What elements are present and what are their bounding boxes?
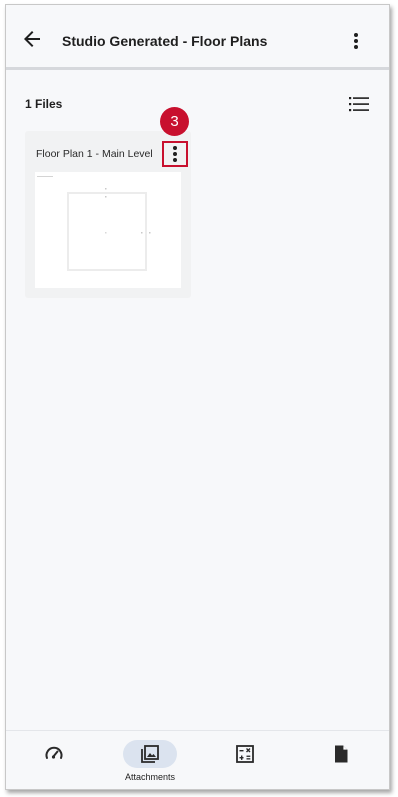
file-card[interactable]: Floor Plan 1 - Main Level [25,131,191,298]
arrow-back-icon [24,31,40,47]
back-button[interactable] [20,27,44,51]
file-count-label: 1 Files [25,97,63,111]
list-view-icon [349,97,369,112]
document-icon [335,745,348,763]
list-view-button[interactable] [348,93,370,115]
bottom-navigation: Attachments [6,730,389,789]
nav-item-documents[interactable] [306,731,376,789]
step-badge: 3 [160,107,189,136]
active-indicator [123,740,177,768]
nav-item-calculator[interactable] [210,731,280,789]
file-card-title: Floor Plan 1 - Main Level [36,148,153,160]
top-app-bar: Studio Generated - Floor Plans [6,5,389,70]
floor-plan-thumbnail [35,172,181,288]
more-vertical-icon [354,33,358,49]
header-more-button[interactable] [344,29,368,53]
app-window: Studio Generated - Floor Plans 1 Files F… [5,4,390,790]
image-gallery-icon [141,745,159,763]
more-vertical-icon [173,146,177,162]
nav-item-dashboard[interactable] [19,731,89,789]
file-card-more-button[interactable] [162,141,188,167]
speedometer-icon [45,746,63,759]
page-title: Studio Generated - Floor Plans [62,33,268,49]
floor-plan-drawing [37,176,151,271]
files-content: 1 Files Floor Plan 1 - Main Level 3 [6,70,389,730]
nav-item-attachments[interactable]: Attachments [115,731,185,789]
nav-label-attachments: Attachments [124,772,176,782]
calculator-icon [236,745,254,763]
